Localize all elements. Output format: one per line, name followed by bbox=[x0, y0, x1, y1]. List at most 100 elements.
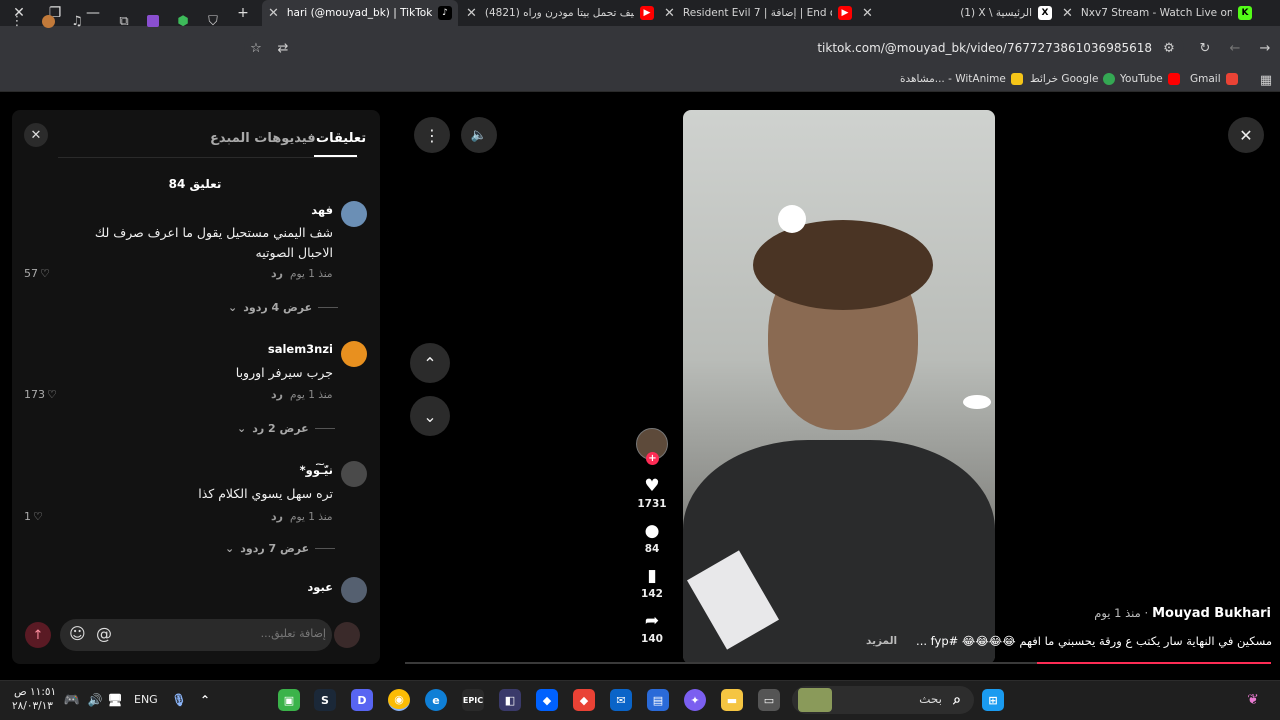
close-tab-icon[interactable]: ✕ bbox=[268, 6, 279, 21]
comment-username[interactable]: عبود bbox=[240, 580, 333, 594]
close-tab-icon[interactable]: ✕ bbox=[466, 6, 477, 21]
extensions-puzzle-icon[interactable]: ⧉ bbox=[113, 10, 135, 32]
chrome-icon[interactable]: ◉ bbox=[388, 689, 410, 711]
app-icon[interactable]: ◆ bbox=[573, 689, 595, 711]
like-action[interactable]: ♥ 1731 bbox=[632, 476, 672, 510]
address-bar-url[interactable]: tiktok.com/@mouyad_bk/video/767727386103… bbox=[720, 41, 1152, 55]
search-highlight-image bbox=[798, 688, 832, 712]
avatar[interactable] bbox=[341, 577, 367, 603]
video-player[interactable] bbox=[683, 110, 995, 664]
view-replies-button[interactable]: عرض 4 ردود ⌄ bbox=[228, 301, 339, 314]
discord-icon[interactable]: D bbox=[351, 689, 373, 711]
like-button[interactable]: 57 ♡ bbox=[24, 267, 50, 280]
view-replies-button[interactable]: عرض 7 ردود ⌄ bbox=[225, 542, 336, 555]
bookmark-maps[interactable]: خرائط Google bbox=[1030, 73, 1116, 85]
reload-icon[interactable]: ↻ bbox=[1194, 37, 1216, 59]
like-button[interactable]: 173 ♡ bbox=[24, 388, 57, 401]
close-panel-button[interactable]: ✕ bbox=[24, 123, 48, 147]
app-icon[interactable]: ◧ bbox=[499, 689, 521, 711]
new-tab-button[interactable]: + bbox=[224, 0, 262, 26]
volume-button[interactable]: 🔈 bbox=[461, 117, 497, 153]
send-comment-button[interactable]: ↑ bbox=[25, 622, 51, 648]
shield-icon[interactable]: ⬢ bbox=[172, 10, 194, 32]
mail-icon[interactable]: ✉ bbox=[610, 689, 632, 711]
close-tab-icon[interactable]: ✕ bbox=[664, 6, 675, 21]
copilot-colorful-icon[interactable]: ❦ bbox=[1242, 689, 1264, 711]
network-icon[interactable]: 🖥 bbox=[104, 689, 126, 711]
comment-action[interactable]: ● 84 bbox=[632, 521, 672, 555]
close-tab-icon[interactable]: ✕ bbox=[862, 6, 873, 21]
heart-icon: ♡ bbox=[33, 510, 43, 523]
tabs-divider bbox=[58, 157, 358, 158]
bookmark-witanime[interactable]: مشاهدة... - WitAnime bbox=[900, 73, 1023, 85]
video-author-line: Mouyad Bukhari · منذ 1 يوم bbox=[1094, 606, 1271, 621]
copilot-icon[interactable]: ✦ bbox=[684, 689, 706, 711]
app-icon[interactable]: ▭ bbox=[758, 689, 780, 711]
tab-tiktok[interactable]: ✕ hari (@mouyad_bk) | TikTok ♪ bbox=[262, 0, 458, 26]
tab-comments[interactable]: تعليقات bbox=[316, 131, 366, 146]
save-action[interactable]: ▮ 142 bbox=[632, 566, 672, 600]
gamepad-icon[interactable]: 🎮 bbox=[61, 689, 83, 711]
avatar[interactable] bbox=[341, 341, 367, 367]
reply-button[interactable]: رد bbox=[271, 388, 283, 401]
more-options-button[interactable]: ⋮ bbox=[414, 117, 450, 153]
reply-button[interactable]: رد bbox=[271, 510, 283, 523]
reply-button[interactable]: رد bbox=[271, 267, 283, 280]
tab-youtube-beta[interactable]: ✕ (4821) كيف تحمل بيتا مودرن وراه ▶ bbox=[466, 0, 654, 26]
close-video-button[interactable]: ✕ bbox=[1228, 117, 1264, 153]
menu-dots-icon[interactable]: ⋮ bbox=[6, 10, 28, 32]
mention-icon[interactable]: @ bbox=[96, 624, 112, 643]
comment-text: جرب سيرفر اوروبا bbox=[235, 365, 333, 380]
tab-x[interactable]: ✕ (1) X \ الرئيسية X bbox=[862, 0, 1052, 26]
bookmark-star-icon[interactable]: ☆ bbox=[245, 37, 267, 59]
next-video-button[interactable]: ⌄ bbox=[410, 396, 450, 436]
epic-games-icon[interactable]: EPIC bbox=[462, 689, 484, 711]
apps-grid-icon[interactable]: ▦ bbox=[1256, 71, 1276, 89]
clock-time[interactable]: ١١:٥١ ص bbox=[14, 686, 56, 698]
extension-icon[interactable] bbox=[142, 10, 164, 32]
comment-text: شف اليمني مستحيل يقول ما اعرف صرف لك الا… bbox=[94, 225, 333, 260]
back-icon[interactable]: → bbox=[1254, 37, 1276, 59]
file-explorer-icon[interactable]: ▬ bbox=[721, 689, 743, 711]
site-settings-icon[interactable]: ⚙ bbox=[1158, 37, 1180, 59]
steam-icon[interactable]: S bbox=[314, 689, 336, 711]
previous-video-button[interactable]: ⌃ bbox=[410, 343, 450, 383]
view-replies-button[interactable]: عرض 2 رد ⌄ bbox=[237, 422, 335, 435]
media-control-icon[interactable]: ♫ bbox=[66, 10, 88, 32]
tab-creator-videos[interactable]: فيديوهات المبدع bbox=[210, 131, 316, 146]
avatar[interactable] bbox=[341, 201, 367, 227]
comment-username[interactable]: salem3nzi bbox=[240, 342, 333, 356]
store-icon[interactable]: ▤ bbox=[647, 689, 669, 711]
emoji-icon[interactable]: ☺ bbox=[69, 624, 86, 643]
like-button[interactable]: 1 ♡ bbox=[24, 510, 43, 523]
forward-icon[interactable]: ← bbox=[1224, 37, 1246, 59]
chevron-down-icon: ⌄ bbox=[225, 542, 235, 555]
app-icon[interactable]: ▣ bbox=[278, 689, 300, 711]
close-tab-icon[interactable]: ✕ bbox=[1062, 6, 1073, 21]
microphone-icon[interactable]: 🎙 bbox=[168, 689, 190, 711]
bookmark-youtube[interactable]: YouTube bbox=[1120, 73, 1180, 85]
chevron-up-icon[interactable]: ⌃ bbox=[194, 689, 216, 711]
comment-username[interactable]: فهد bbox=[240, 203, 333, 217]
translate-icon[interactable]: ⇄ bbox=[272, 37, 294, 59]
language-indicator[interactable]: ENG bbox=[134, 693, 158, 706]
more-button[interactable]: المزيد bbox=[866, 635, 897, 647]
follow-plus-icon[interactable]: + bbox=[646, 452, 659, 465]
comment-username[interactable]: نيّـ͠وو* bbox=[240, 463, 333, 477]
dropbox-icon[interactable]: ◆ bbox=[536, 689, 558, 711]
tab-youtube-resident-evil[interactable]: ✕ Resident Evil 7 | إضافة | End of Zo ▶ bbox=[664, 0, 852, 26]
windows-taskbar bbox=[0, 680, 1280, 720]
avatar[interactable] bbox=[341, 461, 367, 487]
post-time: منذ 1 يوم bbox=[1094, 606, 1141, 620]
divider bbox=[315, 548, 336, 549]
volume-icon[interactable]: 🔊 bbox=[84, 689, 106, 711]
clock-date[interactable]: ٢٨/٠٣/١٣ bbox=[12, 700, 53, 712]
tab-kick[interactable]: ✕ Nxv7 Stream - Watch Live on K K bbox=[1062, 0, 1252, 26]
author-name[interactable]: Mouyad Bukhari bbox=[1152, 606, 1271, 621]
windows-start-icon[interactable]: ⊞ bbox=[982, 689, 1004, 711]
share-action[interactable]: ➦ 140 bbox=[632, 611, 672, 645]
extension-icon[interactable] bbox=[37, 10, 59, 32]
bookmark-gmail[interactable]: Gmail bbox=[1190, 73, 1238, 85]
edge-icon[interactable]: e bbox=[425, 689, 447, 711]
privacy-shield-icon[interactable]: ⛉ bbox=[202, 10, 224, 32]
